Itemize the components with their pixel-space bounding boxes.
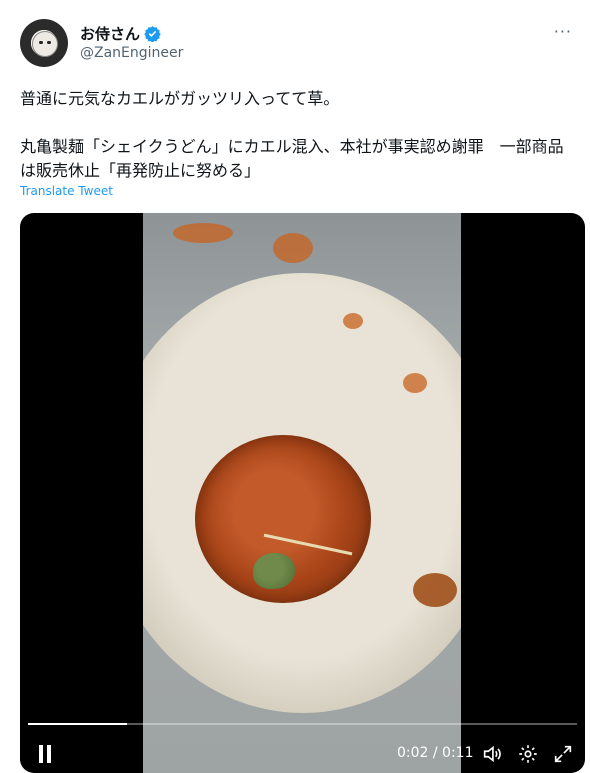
translate-tweet-link[interactable]: Translate Tweet: [20, 184, 113, 198]
frog-image: [253, 553, 295, 589]
fullscreen-icon[interactable]: [552, 743, 574, 765]
avatar-face: [32, 31, 58, 57]
video-progress-bar[interactable]: [28, 723, 577, 725]
more-options-icon[interactable]: ···: [554, 22, 572, 41]
video-time: 0:02 / 0:11: [397, 745, 474, 761]
settings-gear-icon[interactable]: [517, 743, 539, 765]
author-name-row[interactable]: お侍さん: [80, 23, 161, 44]
display-name[interactable]: お侍さん: [80, 23, 140, 44]
tweet-text: 普通に元気なカエルがガッツリ入ってて草。 丸亀製麺「シェイクうどん」にカエル混入…: [20, 89, 564, 180]
pause-icon[interactable]: [38, 745, 52, 763]
verified-badge-icon: [144, 26, 161, 42]
video-player[interactable]: 0:02 / 0:11: [20, 213, 585, 773]
video-frame: [143, 213, 461, 773]
video-progress-fill: [28, 723, 127, 725]
avatar[interactable]: [20, 19, 68, 67]
author-handle[interactable]: @ZanEngineer: [80, 45, 183, 61]
volume-icon[interactable]: [481, 743, 503, 765]
